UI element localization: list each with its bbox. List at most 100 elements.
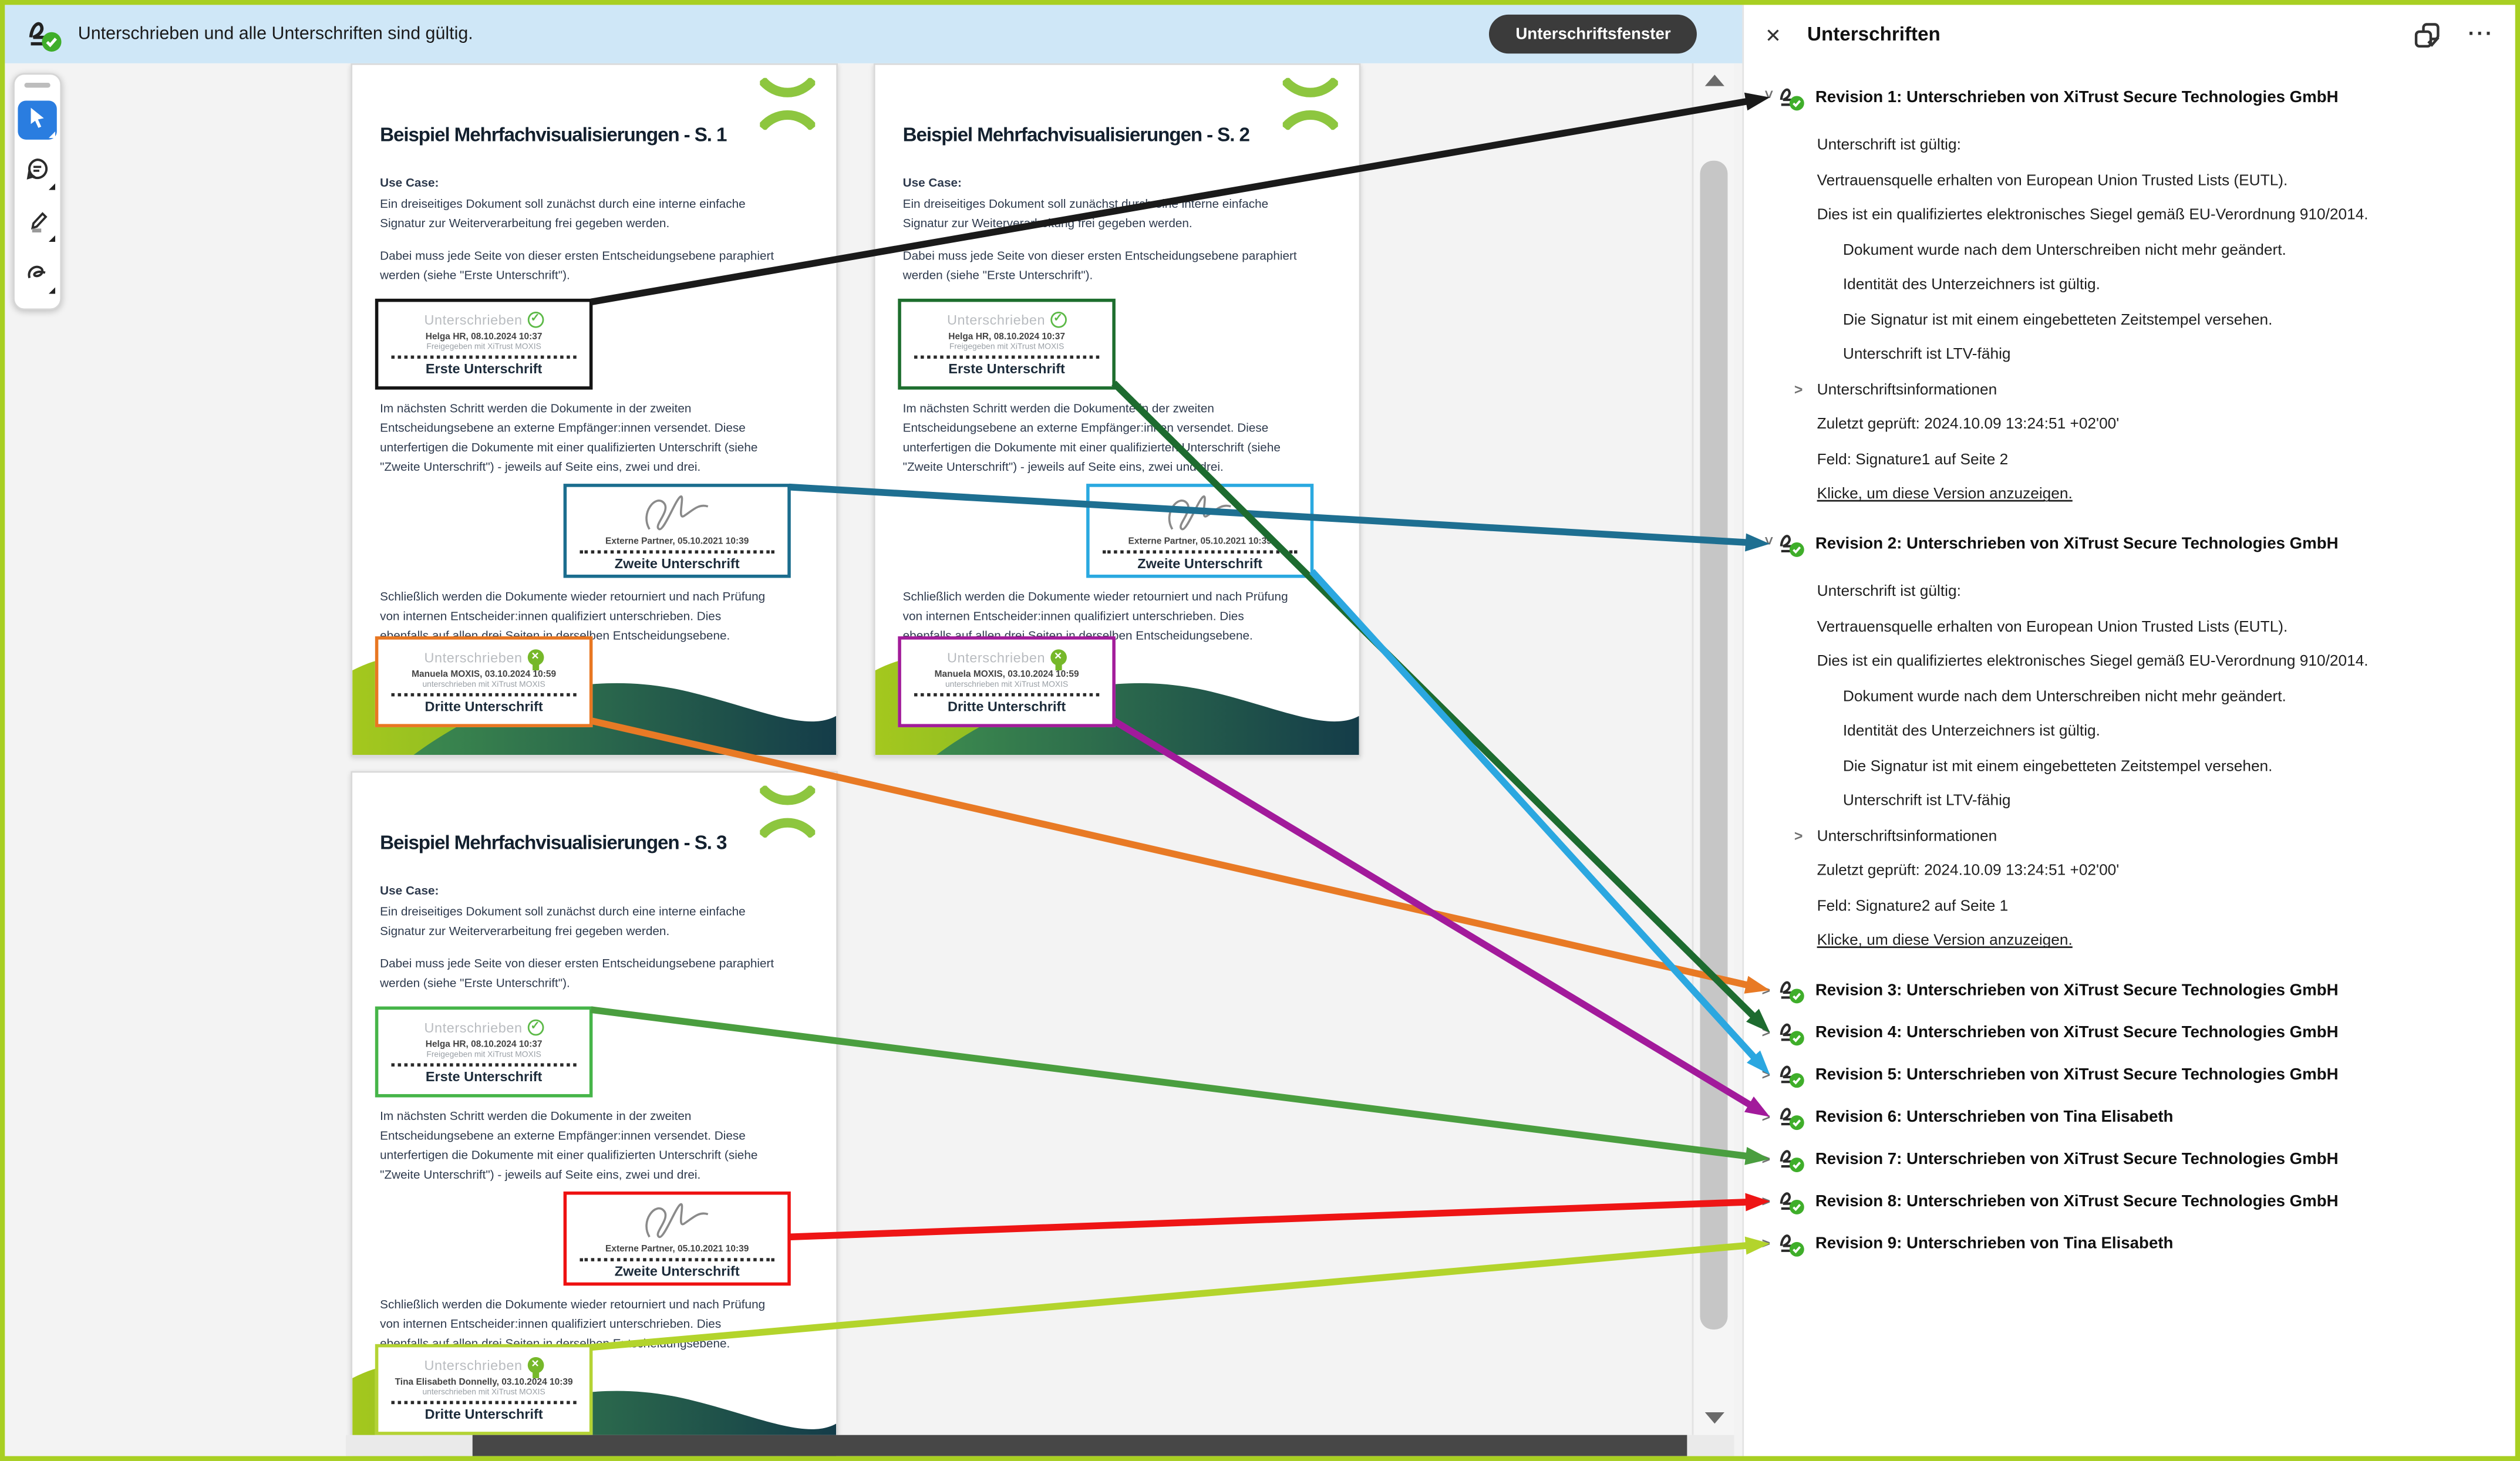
paragraph-line: Schließlich werden die Dokumente wieder … (380, 1295, 765, 1315)
paragraph-line: Dabei muss jede Seite von dieser ersten … (903, 247, 1297, 266)
signature-status-icon (1776, 1187, 1805, 1216)
xitrust-logo-icon (1283, 78, 1338, 127)
revision-row-8[interactable]: > Revision 8: Unterschrieben von XiTrust … (1744, 1180, 2515, 1223)
body-paragraph: Dabei muss jede Seite von dieser ersten … (380, 954, 774, 993)
vertical-scroll-thumb[interactable] (1700, 161, 1727, 1330)
revision-row-3[interactable]: >Revision 3: Unterschrieben von XiTrust … (1744, 969, 2515, 1011)
chevron-right-icon[interactable]: > (1762, 1067, 1777, 1083)
chevron-right-icon[interactable]: > (1762, 1024, 1777, 1041)
signed-label-row: Unterschrieben✓ (901, 312, 1113, 328)
signer-line: Externe Partner, 05.10.2021 10:39 (1090, 537, 1310, 547)
signature-field-p1-3[interactable]: Unterschrieben✕Manuela MOXIS, 03.10.2024… (375, 636, 593, 727)
revision-title: Revision 8: Unterschrieben von XiTrust S… (1815, 1192, 2339, 1210)
signed-label-row: Unterschrieben✕ (378, 1357, 589, 1374)
chevron-right-icon[interactable]: > (1762, 1193, 1777, 1210)
revision-row-1[interactable]: >Revision 1: Unterschrieben von XiTrust … (1744, 76, 2515, 119)
chevron-right-icon[interactable]: > (1762, 1109, 1777, 1125)
field-line: Feld: Signature2 auf Seite 1 (1817, 889, 2515, 924)
dotted-line (391, 693, 577, 697)
handwritten-signature (1156, 490, 1244, 532)
paragraph-line: von internen Entscheider:innen qualifizi… (380, 607, 765, 626)
chevron-down-icon[interactable]: > (1761, 90, 1777, 104)
signer-line: Tina Elisabeth Donnelly, 03.10.2024 10:3… (378, 1378, 589, 1388)
signatures-panel-header: ✕ Unterschriften ··· (1744, 5, 2515, 73)
dotted-line (1103, 551, 1297, 554)
show-version-link[interactable]: Klicke, um diese Version anzuzeigen. (1817, 478, 2515, 513)
chevron-right-icon[interactable]: > (1794, 819, 1803, 855)
detail-line: Unterschrift ist LTV-fähig (1817, 785, 2515, 820)
signer-subline: unterschrieben mit XiTrust MOXIS (378, 1388, 589, 1398)
signature-field-p3-3[interactable]: Unterschrieben✕ Tina Elisabeth Donnelly, … (375, 1344, 593, 1435)
dotted-line (391, 356, 577, 359)
chevron-right-icon[interactable]: > (1794, 373, 1803, 409)
scroll-down-icon[interactable] (1705, 1412, 1724, 1423)
draw-tool[interactable] (18, 257, 56, 295)
signature-field-p2-1[interactable]: Unterschrieben✓ Helga HR, 08.10.2024 10:3… (898, 299, 1116, 390)
rosette-icon: ✕ (527, 649, 544, 666)
seal-check-icon: ✓ (527, 1020, 544, 1036)
signer-line: Manuela MOXIS, 03.10.2024 10:59 (378, 670, 589, 680)
vertical-scrollbar[interactable] (1692, 63, 1734, 1435)
revision-row-9[interactable]: > Revision 9: Unterschrieben von Tina Eli… (1744, 1223, 2515, 1265)
revision-row-5[interactable]: >Revision 5: Unterschrieben von XiTrust … (1744, 1054, 2515, 1096)
signature-panel-button[interactable]: Unterschriftsfenster (1490, 15, 1697, 53)
highlight-tool[interactable] (18, 204, 56, 243)
comment-tool[interactable] (18, 153, 56, 191)
handwritten-signature (634, 1198, 721, 1240)
scroll-up-icon[interactable] (1705, 75, 1724, 86)
dotted-line (391, 1063, 577, 1067)
signed-label: Unterschrieben (947, 649, 1045, 666)
detail-line: Unterschrift ist gültig: (1817, 128, 2515, 163)
body-paragraph: Dabei muss jede Seite von dieser ersten … (903, 247, 1297, 285)
body-paragraph: Ein dreiseitiges Dokument soll zunächst … (903, 195, 1269, 234)
close-icon[interactable]: ✕ (1765, 24, 1781, 47)
horizontal-scrollbar[interactable] (346, 1435, 1734, 1456)
signature-field-p1-2[interactable]: Externe Partner, 05.10.2021 10:39Zweite … (564, 484, 791, 578)
signer-line: Helga HR, 08.10.2024 10:37 (901, 333, 1113, 343)
signature-info-row[interactable]: >Unterschriftsinformationen (1817, 819, 2515, 855)
signature-field-p1-1[interactable]: Unterschrieben✓Helga HR, 08.10.2024 10:3… (375, 299, 593, 390)
signed-label: Unterschrieben (425, 1020, 523, 1036)
paragraph-line: Schließlich werden die Dokumente wieder … (903, 588, 1288, 607)
chevron-right-icon[interactable]: > (1762, 1151, 1777, 1168)
revision-title: Revision 9: Unterschrieben von Tina Elis… (1815, 1234, 2174, 1252)
paragraph-line: Ein dreiseitiges Dokument soll zunächst … (380, 903, 746, 922)
chevron-right-icon[interactable]: > (1762, 1236, 1777, 1252)
signature-info-label: Unterschriftsinformationen (1817, 381, 1997, 399)
revision-row-4[interactable]: >Revision 4: Unterschrieben von XiTrust … (1744, 1011, 2515, 1054)
panel-title: Unterschriften (1807, 23, 1940, 46)
revision-row-7[interactable]: >Revision 7: Unterschrieben von XiTrust … (1744, 1138, 2515, 1180)
paragraph-line: Entscheidungsebene an externe Empfänger:… (903, 419, 1281, 438)
signature-field-p2-3[interactable]: Unterschrieben✕Manuela MOXIS, 03.10.2024… (898, 636, 1116, 727)
dotted-line (914, 693, 1099, 697)
signature-field-p3-1[interactable]: Unterschrieben✓Helga HR, 08.10.2024 10:3… (375, 1007, 593, 1098)
chevron-right-icon[interactable]: > (1762, 982, 1777, 998)
signature-field-p2-2[interactable]: Externe Partner, 05.10.2021 10:39Zweite … (1086, 484, 1313, 578)
comment-icon (24, 155, 50, 189)
detail-line: Die Signatur ist mit einem eingebetteten… (1817, 750, 2515, 785)
rosette-icon: ✕ (527, 1357, 544, 1374)
horizontal-scroll-thumb[interactable] (473, 1435, 1687, 1456)
show-version-link[interactable]: Klicke, um diese Version anzuzeigen. (1817, 924, 2515, 960)
more-options-icon[interactable]: ··· (2468, 21, 2494, 45)
signature-info-row[interactable]: >Unterschriftsinformationen (1817, 373, 2515, 409)
detail-line: Vertrauensquelle erhalten von European U… (1817, 610, 2515, 645)
signed-label: Unterschrieben (425, 1357, 523, 1374)
signer-subline: unterschrieben mit XiTrust MOXIS (901, 680, 1113, 690)
paragraph-line: Im nächsten Schritt werden die Dokumente… (380, 399, 757, 419)
revision-row-2[interactable]: >Revision 2: Unterschrieben von XiTrust … (1744, 523, 2515, 565)
body-paragraph: Im nächsten Schritt werden die Dokumente… (380, 1107, 757, 1185)
validate-all-icon[interactable] (2411, 21, 2444, 53)
toolbar-drag-handle[interactable] (24, 83, 50, 87)
dotted-line (580, 1258, 774, 1261)
signed-label-row: Unterschrieben✓ (378, 312, 589, 328)
paragraph-line: unterfertigen die Dokumente mit einer qu… (380, 1146, 757, 1165)
chevron-down-icon[interactable]: > (1761, 537, 1777, 551)
paragraph-line: werden (siehe "Erste Unterschrift"). (380, 974, 774, 993)
signature-status-banner: Unterschrieben und alle Unterschriften s… (5, 5, 1742, 63)
paragraph-line: unterfertigen die Dokumente mit einer qu… (903, 438, 1281, 458)
select-tool[interactable] (18, 100, 56, 139)
pdf-page-3: Beispiel Mehrfachvisualisierungen - S. 3… (351, 771, 838, 1456)
signature-field-p3-2[interactable]: Externe Partner, 05.10.2021 10:39Zweite … (564, 1192, 791, 1285)
revision-row-6[interactable]: >Revision 6: Unterschrieben von Tina Eli… (1744, 1096, 2515, 1138)
